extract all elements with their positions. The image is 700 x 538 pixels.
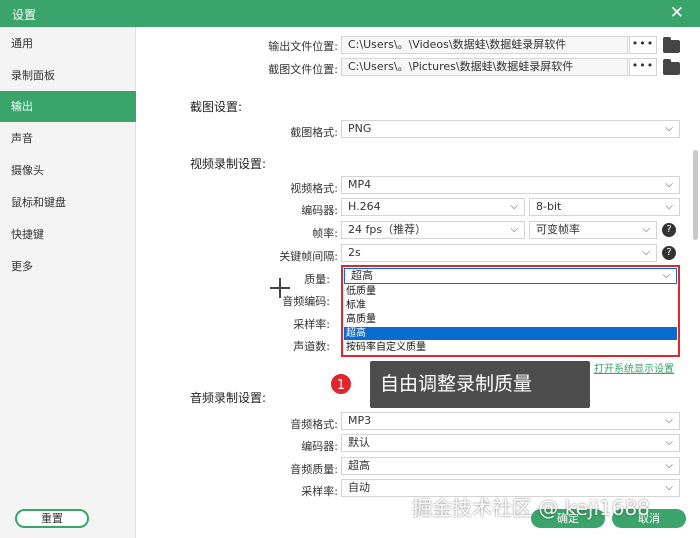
audio-quality-value: 超高 [348, 459, 370, 472]
video-format-value: MP4 [348, 178, 372, 191]
help-icon[interactable]: ? [662, 246, 676, 260]
video-fps-mode-value: 可变帧率 [536, 223, 580, 236]
audio-section-title: 音频录制设置: [190, 391, 267, 405]
video-encoder-select[interactable]: H.264 ⌵ [341, 198, 525, 216]
video-bitdepth-select[interactable]: 8-bit ⌵ [529, 198, 680, 216]
sidebar-item-more[interactable]: 更多 [0, 251, 136, 282]
quality-option-low[interactable]: 低质量 [344, 285, 677, 298]
screenshot-section-title: 截图设置: [190, 100, 243, 114]
chevron-down-icon: ⌵ [642, 247, 650, 258]
audio-format-label: 音频格式: [290, 418, 338, 431]
screenshot-location-field[interactable]: C:\Users\。\Pictures\数据蛙\数据蛙录屏软件 [341, 58, 628, 76]
window-title: 设置 [12, 8, 37, 22]
keyframe-interval-value: 2s [348, 246, 361, 259]
title-bar: 设置 ✕ [0, 0, 700, 27]
sidebar: 通用 录制面板 输出 声音 摄像头 鼠标和键盘 快捷键 更多 [0, 27, 136, 538]
keyframe-interval-label: 关键帧间隔: [279, 250, 338, 263]
keyframe-interval-select[interactable]: 2s ⌵ [341, 244, 657, 262]
chevron-down-icon: ⌵ [665, 179, 673, 190]
chevron-down-icon: ⌵ [510, 224, 518, 235]
output-location-field[interactable]: C:\Users\。\Videos\数据蛙\数据蛙录屏软件 [341, 36, 628, 54]
help-icon[interactable]: ? [662, 223, 676, 237]
output-browse-button[interactable]: ••• [629, 36, 657, 54]
audio-encoder-label: 音频编码: [282, 295, 330, 308]
screenshot-location-label: 截图文件位置: [268, 63, 338, 76]
video-fps-select[interactable]: 24 fps（推荐） ⌵ [341, 221, 525, 239]
sidebar-item-mouse-keyboard[interactable]: 鼠标和键盘 [0, 187, 136, 218]
sidebar-item-output[interactable]: 输出 [0, 91, 136, 122]
quality-option-ultra[interactable]: 超高 [344, 327, 677, 340]
annotation-badge: 1 [329, 372, 353, 396]
sidebar-item-sound[interactable]: 声音 [0, 123, 136, 154]
scrollbar[interactable] [693, 150, 698, 240]
audio-format-select[interactable]: MP3 ⌵ [341, 412, 680, 430]
audio-sample-rate-label: 采样率: [301, 485, 338, 498]
output-folder-icon[interactable] [663, 37, 680, 53]
move-cursor-icon [270, 278, 290, 298]
audio-encoder-label: 编码器: [301, 440, 338, 453]
chevron-down-icon: ⌵ [662, 270, 670, 281]
output-location-label: 输出文件位置: [268, 40, 338, 53]
screenshot-format-select[interactable]: PNG ⌵ [341, 120, 680, 138]
quality-option-high[interactable]: 高质量 [344, 313, 677, 326]
chevron-down-icon: ⌵ [665, 437, 673, 448]
sidebar-item-shortcuts[interactable]: 快捷键 [0, 219, 136, 250]
video-fps-label: 帧率: [312, 227, 338, 240]
screenshot-format-value: PNG [348, 122, 372, 135]
quality-option-standard[interactable]: 标准 [344, 299, 677, 312]
video-fps-mode-select[interactable]: 可变帧率 ⌵ [529, 221, 657, 239]
open-display-settings-link[interactable]: 打开系统显示设置 [594, 360, 674, 375]
audio-format-value: MP3 [348, 414, 372, 427]
audio-encoder-select[interactable]: 默认 ⌵ [341, 434, 680, 452]
chevron-down-icon: ⌵ [665, 201, 673, 212]
audio-quality-label: 音频质量: [290, 463, 338, 476]
quality-dropdown[interactable]: 超高 ⌵ 低质量 标准 高质量 超高 按码率自定义质量 [341, 265, 680, 357]
screenshot-browse-button[interactable]: ••• [629, 58, 657, 76]
annotation-callout: 自由调整录制质量 [370, 361, 590, 408]
chevron-down-icon: ⌵ [665, 460, 673, 471]
quality-option-custom-bitrate[interactable]: 按码率自定义质量 [344, 341, 677, 354]
screenshot-format-label: 截图格式: [290, 126, 338, 139]
sidebar-item-general[interactable]: 通用 [0, 28, 136, 59]
sample-rate-label: 采样率: [293, 318, 330, 331]
video-bitdepth-value: 8-bit [536, 200, 562, 213]
audio-sample-rate-value: 自动 [348, 481, 370, 494]
video-section-title: 视频录制设置: [190, 157, 267, 171]
chevron-down-icon: ⌵ [665, 482, 673, 493]
video-format-label: 视频格式: [290, 182, 338, 195]
video-fps-value: 24 fps（推荐） [348, 223, 427, 236]
reset-button[interactable]: 重置 [15, 509, 89, 528]
screenshot-folder-icon[interactable] [663, 59, 680, 75]
close-icon[interactable]: ✕ [670, 3, 684, 23]
audio-encoder-value: 默认 [348, 436, 370, 449]
video-encoder-value: H.264 [348, 200, 381, 213]
sidebar-item-camera[interactable]: 摄像头 [0, 155, 136, 186]
quality-value: 超高 [351, 269, 373, 282]
quality-select[interactable]: 超高 ⌵ [344, 268, 677, 284]
chevron-down-icon: ⌵ [510, 201, 518, 212]
chevron-down-icon: ⌵ [665, 123, 673, 134]
quality-label: 质量: [304, 273, 330, 286]
channels-label: 声道数: [293, 340, 330, 353]
chevron-down-icon: ⌵ [642, 224, 650, 235]
video-format-select[interactable]: MP4 ⌵ [341, 176, 680, 194]
watermark: 掘金技术社区 @ keji1688 [412, 496, 650, 520]
sidebar-item-recording-panel[interactable]: 录制面板 [0, 60, 136, 91]
chevron-down-icon: ⌵ [665, 415, 673, 426]
video-encoder-label: 编码器: [301, 204, 338, 217]
audio-quality-select[interactable]: 超高 ⌵ [341, 457, 680, 475]
